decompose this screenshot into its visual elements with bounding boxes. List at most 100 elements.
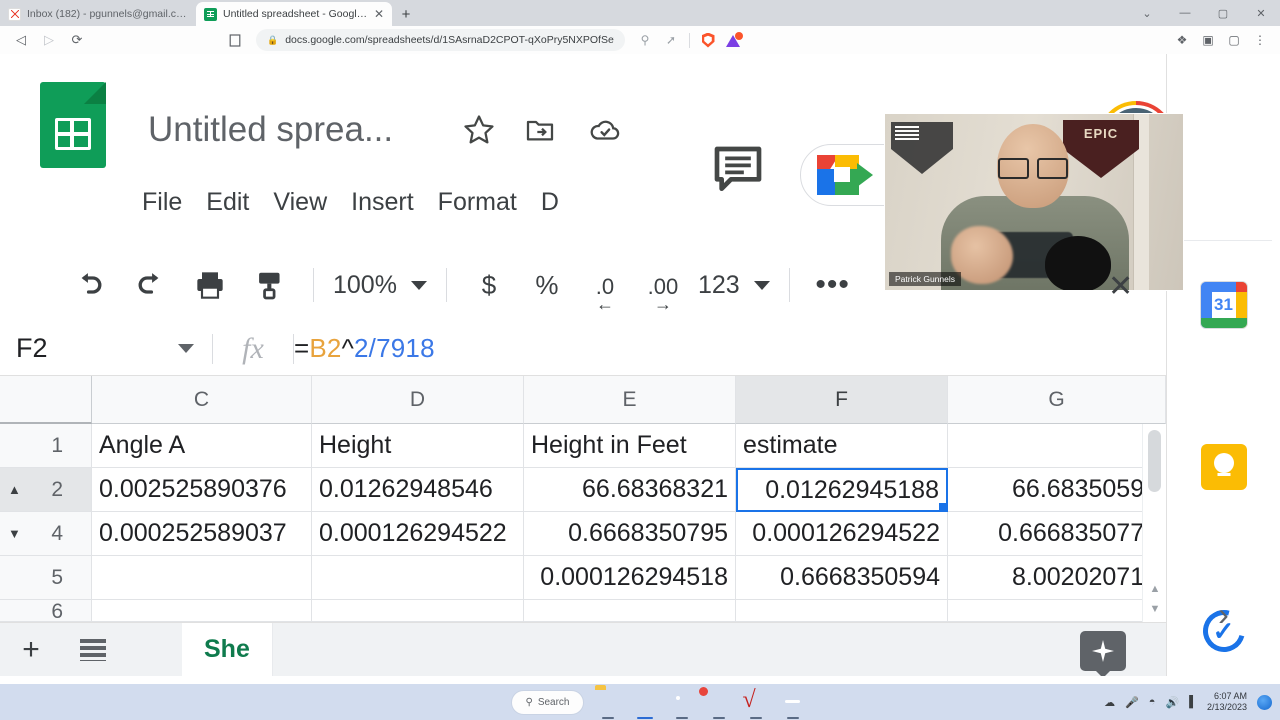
menu-file[interactable]: File: [142, 188, 182, 217]
menu-insert[interactable]: Insert: [351, 188, 414, 217]
more-options-icon[interactable]: •••: [803, 259, 863, 311]
column-header-d[interactable]: D: [312, 376, 524, 424]
battery-icon[interactable]: ▌: [1189, 696, 1197, 708]
forward-icon[interactable]: ▷: [36, 28, 62, 52]
close-tab-icon[interactable]: ✕: [374, 8, 384, 20]
brave-shield-icon[interactable]: [696, 28, 720, 52]
cell-c1[interactable]: Angle A: [92, 424, 312, 468]
zoom-control[interactable]: 100%: [327, 271, 433, 300]
row-header-4[interactable]: ▼ 4: [0, 512, 92, 556]
cell-f6[interactable]: [736, 600, 948, 622]
star-icon[interactable]: [462, 113, 496, 147]
microphone-icon[interactable]: 🎤: [1125, 696, 1139, 709]
explore-button[interactable]: [1080, 631, 1126, 671]
browser-tab-gmail[interactable]: Inbox (182) - pgunnels@gmail.com: [0, 2, 196, 26]
all-sheets-button[interactable]: [62, 623, 124, 677]
reload-icon[interactable]: ⟳: [64, 28, 90, 52]
select-all-corner[interactable]: [0, 376, 92, 424]
brave-rewards-icon[interactable]: [722, 28, 746, 52]
taskbar-search[interactable]: ⚲ Search: [511, 689, 584, 715]
number-format-control[interactable]: 123: [692, 271, 776, 300]
formula-input[interactable]: =B2^2/7918: [294, 333, 435, 364]
cell-f1[interactable]: estimate: [736, 424, 948, 468]
sheets-logo-icon[interactable]: [40, 82, 106, 168]
hidden-row-marker-up-icon[interactable]: ▲: [8, 483, 21, 496]
notifications-icon[interactable]: [1257, 694, 1272, 710]
bookmark-icon[interactable]: [222, 28, 248, 52]
sidebar-icon[interactable]: ▣: [1196, 28, 1220, 52]
edge-icon[interactable]: [706, 689, 732, 719]
extensions-icon[interactable]: ❖: [1170, 28, 1194, 52]
chrome-icon[interactable]: [669, 689, 695, 719]
new-tab-button[interactable]: +: [392, 2, 420, 26]
sheet-tab-sheet1[interactable]: She: [182, 622, 273, 676]
cell-e5[interactable]: 0.000126294518: [524, 556, 736, 600]
tab-search-chevron-icon[interactable]: ⌄: [1128, 0, 1166, 26]
row-header-5[interactable]: 5: [0, 556, 92, 600]
expand-side-panel-icon[interactable]: ›: [1218, 596, 1229, 633]
move-to-folder-icon[interactable]: [524, 114, 556, 146]
column-header-g[interactable]: G: [948, 376, 1166, 424]
google-keep-icon[interactable]: [1200, 444, 1247, 490]
cell-d6[interactable]: [312, 600, 524, 622]
function-icon[interactable]: fx: [213, 332, 293, 366]
cell-g6[interactable]: [948, 600, 1166, 622]
row-header-2[interactable]: ▲ 2: [0, 468, 92, 512]
cell-g2[interactable]: 66.68350594: [948, 468, 1166, 512]
cell-c4[interactable]: 0.000252589037: [92, 512, 312, 556]
minimize-button[interactable]: —: [1166, 0, 1204, 26]
address-bar[interactable]: 🔒 docs.google.com/spreadsheets/d/1SAsrna…: [256, 29, 625, 51]
cell-d2[interactable]: 0.01262948546: [312, 468, 524, 512]
scroll-down-icon[interactable]: ▼: [1148, 602, 1162, 616]
redo-icon[interactable]: [120, 259, 180, 311]
cell-g5[interactable]: 8.002020712: [948, 556, 1166, 600]
cell-c2[interactable]: 0.002525890376: [92, 468, 312, 512]
cell-g4[interactable]: 0.6668350771: [948, 512, 1166, 556]
increase-decimal-button[interactable]: .00 →: [634, 270, 692, 314]
paint-format-icon[interactable]: [240, 259, 300, 311]
check-icon[interactable]: [743, 689, 769, 719]
file-explorer-icon[interactable]: [595, 689, 621, 719]
column-header-f[interactable]: F: [736, 376, 948, 424]
row-header-1[interactable]: 1: [0, 424, 92, 468]
add-sheet-button[interactable]: +: [0, 623, 62, 677]
brave-icon[interactable]: [632, 689, 658, 719]
spreadsheet-grid[interactable]: C D E F G 1 Angle A Height Height in Fee…: [0, 376, 1166, 623]
currency-format-button[interactable]: $: [460, 270, 518, 301]
decrease-decimal-button[interactable]: .0 ←: [576, 270, 634, 314]
cloud-saved-icon[interactable]: [588, 113, 622, 147]
menu-view[interactable]: View: [273, 188, 327, 217]
maximize-button[interactable]: ▢: [1204, 0, 1242, 26]
search-icon[interactable]: ⚲: [633, 28, 657, 52]
cell-e4[interactable]: 0.6668350795: [524, 512, 736, 556]
row-header-6[interactable]: 6: [0, 600, 92, 623]
cell-e2[interactable]: 66.68368321: [524, 468, 736, 512]
column-header-e[interactable]: E: [524, 376, 736, 424]
cell-f5[interactable]: 0.6668350594: [736, 556, 948, 600]
name-box[interactable]: F2: [0, 322, 212, 375]
start-button[interactable]: [474, 689, 500, 715]
document-title[interactable]: Untitled sprea...: [148, 110, 393, 150]
cell-e1[interactable]: Height in Feet: [524, 424, 736, 468]
profile-icon[interactable]: ▢: [1222, 28, 1246, 52]
google-calendar-icon[interactable]: 31: [1200, 282, 1247, 328]
vertical-scrollbar-thumb[interactable]: [1148, 430, 1161, 492]
cell-f4[interactable]: 0.000126294522: [736, 512, 948, 556]
hidden-row-marker-down-icon[interactable]: ▼: [8, 527, 21, 540]
taskbar-clock[interactable]: 6:07 AM 2/13/2023: [1207, 691, 1247, 714]
cell-f2[interactable]: 0.01262945188: [736, 468, 948, 512]
cell-d5[interactable]: [312, 556, 524, 600]
close-webcam-icon[interactable]: ✕: [1108, 269, 1133, 304]
browser-tab-sheets[interactable]: Untitled spreadsheet - Google Sh ✕: [196, 2, 392, 26]
cell-c5[interactable]: [92, 556, 312, 600]
back-icon[interactable]: ◁: [8, 28, 34, 52]
minus-app-icon[interactable]: [780, 689, 806, 719]
wifi-icon[interactable]: ◓: [1149, 696, 1156, 708]
menu-format[interactable]: Format: [438, 188, 517, 217]
menu-edit[interactable]: Edit: [206, 188, 249, 217]
cell-d1[interactable]: Height: [312, 424, 524, 468]
share-icon[interactable]: ➚: [659, 28, 683, 52]
column-header-c[interactable]: C: [92, 376, 312, 424]
volume-icon[interactable]: 🔊: [1165, 696, 1179, 709]
cell-g1[interactable]: [948, 424, 1166, 468]
